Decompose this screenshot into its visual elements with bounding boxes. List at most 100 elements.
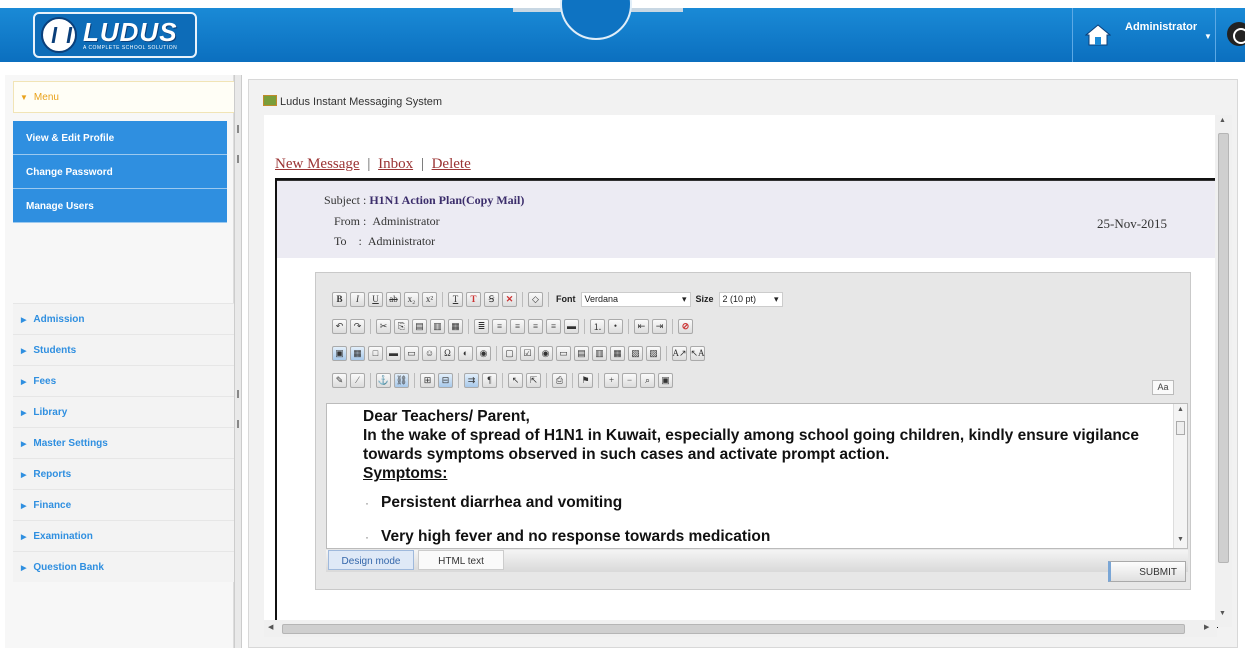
content-vertical-scrollbar[interactable]: ▲ ▼ xyxy=(1215,115,1232,627)
new-message-link[interactable]: New Message xyxy=(275,156,360,172)
tab-design-mode[interactable]: Design mode xyxy=(328,550,414,570)
scroll-down-icon[interactable]: ▼ xyxy=(1177,536,1184,543)
hidden-field-icon[interactable]: ▨ xyxy=(646,345,661,361)
sidebar-item-view-edit-profile[interactable]: View & Edit Profile xyxy=(13,121,227,155)
sidebar-item-manage-users[interactable]: Manage Users xyxy=(13,189,227,223)
textfield-icon[interactable]: ▭ xyxy=(556,345,571,361)
align-left-icon[interactable]: ≡ xyxy=(492,318,507,334)
highlight-color-icon[interactable]: T xyxy=(466,291,481,307)
print-icon[interactable]: ⎙ xyxy=(552,372,567,388)
image-button-icon[interactable]: ▧ xyxy=(628,345,643,361)
insert-box-icon[interactable]: ▭ xyxy=(404,345,419,361)
size-select[interactable]: 2 (10 pt) ▾ xyxy=(718,291,783,307)
anchor-icon[interactable]: ⚓ xyxy=(376,372,391,388)
preview-icon[interactable]: ▣ xyxy=(658,372,673,388)
inbox-link[interactable]: Inbox xyxy=(378,156,413,172)
chevron-down-icon[interactable]: ▼ xyxy=(1204,32,1212,41)
zoom-in-icon[interactable]: + xyxy=(604,372,619,388)
font-size-toggle-button[interactable]: Aa xyxy=(1152,380,1174,395)
textarea-icon[interactable]: ▤ xyxy=(574,345,589,361)
scroll-right-icon[interactable]: ▶ xyxy=(1204,623,1209,631)
insert-column-icon[interactable]: ⊟ xyxy=(438,372,453,388)
format-painter-icon[interactable]: ⚑ xyxy=(578,372,593,388)
bold-icon[interactable]: B xyxy=(332,291,347,307)
sidebar-menu-header[interactable]: ▼ Menu xyxy=(13,81,238,113)
scrollbar-thumb[interactable] xyxy=(1176,421,1185,435)
sidebar-item-students[interactable]: ▶ Students xyxy=(13,334,238,365)
editor-content-area[interactable]: Dear Teachers/ Parent, In the wake of sp… xyxy=(326,403,1188,549)
scroll-up-icon[interactable]: ▲ xyxy=(1219,117,1226,124)
link-icon[interactable]: ⛓ xyxy=(394,372,409,388)
insert-hr-icon[interactable]: ▬ xyxy=(386,345,401,361)
subscript-icon[interactable]: x₂ xyxy=(404,291,419,307)
form-icon[interactable]: ▢ xyxy=(502,345,517,361)
insert-image-icon[interactable]: ▣ xyxy=(332,345,347,361)
align-center-icon[interactable]: ≡ xyxy=(510,318,525,334)
sidebar-item-finance[interactable]: ▶ Finance xyxy=(13,489,238,520)
scroll-left-icon[interactable]: ◀ xyxy=(268,623,273,631)
sidebar-item-master-settings[interactable]: ▶ Master Settings xyxy=(13,427,238,458)
search-icon[interactable]: ⌕ xyxy=(640,372,655,388)
insert-emoticon-icon[interactable]: ☺ xyxy=(422,345,437,361)
outdent-icon[interactable]: ⇤ xyxy=(634,318,649,334)
button-field-icon[interactable]: ▦ xyxy=(610,345,625,361)
text-direction-rtl-icon[interactable]: ↖A xyxy=(690,345,705,361)
submit-button[interactable]: SUBMIT xyxy=(1108,561,1186,582)
select-all-icon[interactable]: ↖ xyxy=(508,372,523,388)
user-menu[interactable]: Administrator xyxy=(1125,21,1197,33)
sidebar-item-examination[interactable]: ▶ Examination xyxy=(13,520,238,551)
scrollbar-thumb[interactable] xyxy=(282,624,1185,634)
cut-icon[interactable]: ✂ xyxy=(376,318,391,334)
merge-cells-icon[interactable]: ⇉ xyxy=(464,372,479,388)
underline-icon[interactable]: U xyxy=(368,291,383,307)
remove-format-icon[interactable]: ✕ xyxy=(502,291,517,307)
align-full-icon[interactable]: ≡ xyxy=(546,318,561,334)
superscript-icon[interactable]: x² xyxy=(422,291,437,307)
insert-media-icon[interactable]: ◐ xyxy=(458,345,473,361)
sidebar-item-admission[interactable]: ▶ Admission xyxy=(13,303,238,334)
paste-word-icon[interactable]: ▦ xyxy=(448,318,463,334)
insert-clock-icon[interactable]: ◉ xyxy=(476,345,491,361)
align-justify-icon[interactable]: ≣ xyxy=(474,318,489,334)
delete-link[interactable]: Delete xyxy=(432,156,471,172)
paragraph-icon[interactable]: ¶ xyxy=(482,372,497,388)
undo-icon[interactable]: ↶ xyxy=(332,318,347,334)
redo-icon[interactable]: ↷ xyxy=(350,318,365,334)
italic-icon[interactable]: I xyxy=(350,291,365,307)
sidebar-item-reports[interactable]: ▶ Reports xyxy=(13,458,238,489)
sidebar-item-change-password[interactable]: Change Password xyxy=(13,155,227,189)
sidebar-item-fees[interactable]: ▶ Fees xyxy=(13,365,238,396)
pen-icon[interactable]: ✎ xyxy=(332,372,347,388)
scrollbar-thumb[interactable] xyxy=(1218,133,1229,563)
sidebar-splitter[interactable] xyxy=(234,75,242,648)
align-none-icon[interactable]: ▬ xyxy=(564,318,579,334)
font-select[interactable]: Verdana ▾ xyxy=(580,291,691,307)
cursor-icon[interactable]: ⇱ xyxy=(526,372,541,388)
insert-symbol-icon[interactable]: Ω xyxy=(440,345,455,361)
align-right-icon[interactable]: ≡ xyxy=(528,318,543,334)
brush-icon[interactable]: ⁄ xyxy=(350,372,365,388)
indent-icon[interactable]: ⇥ xyxy=(652,318,667,334)
tab-html-text[interactable]: HTML text xyxy=(418,550,504,570)
ordered-list-icon[interactable]: ⒈ xyxy=(590,318,605,334)
editor-scrollbar[interactable]: ▲ ▼ xyxy=(1173,404,1187,548)
insert-table-icon[interactable]: ▦ xyxy=(350,345,365,361)
insert-row-icon[interactable]: ⊞ xyxy=(420,372,435,388)
spellcheck-icon[interactable]: ⊘ xyxy=(678,318,693,334)
text-direction-ltr-icon[interactable]: A↗ xyxy=(672,345,687,361)
radio-icon[interactable]: ◉ xyxy=(538,345,553,361)
scroll-down-icon[interactable]: ▼ xyxy=(1219,610,1226,617)
paste-text-icon[interactable]: ▥ xyxy=(430,318,445,334)
zoom-out-icon[interactable]: − xyxy=(622,372,637,388)
copy-icon[interactable]: ⎘ xyxy=(394,318,409,334)
font-color-icon[interactable]: T xyxy=(448,291,463,307)
sidebar-item-library[interactable]: ▶ Library xyxy=(13,396,238,427)
ludus-logo[interactable]: LUDUS A COMPLETE SCHOOL SOLUTION xyxy=(33,12,197,58)
content-horizontal-scrollbar[interactable]: ◀ ▶ xyxy=(264,620,1217,637)
insert-frame-icon[interactable]: □ xyxy=(368,345,383,361)
checkbox-icon[interactable]: ☑ xyxy=(520,345,535,361)
scroll-up-icon[interactable]: ▲ xyxy=(1177,406,1184,413)
eraser-icon[interactable]: ◇ xyxy=(528,291,543,307)
select-field-icon[interactable]: ▥ xyxy=(592,345,607,361)
strikethrough-icon[interactable]: ab xyxy=(386,291,401,307)
